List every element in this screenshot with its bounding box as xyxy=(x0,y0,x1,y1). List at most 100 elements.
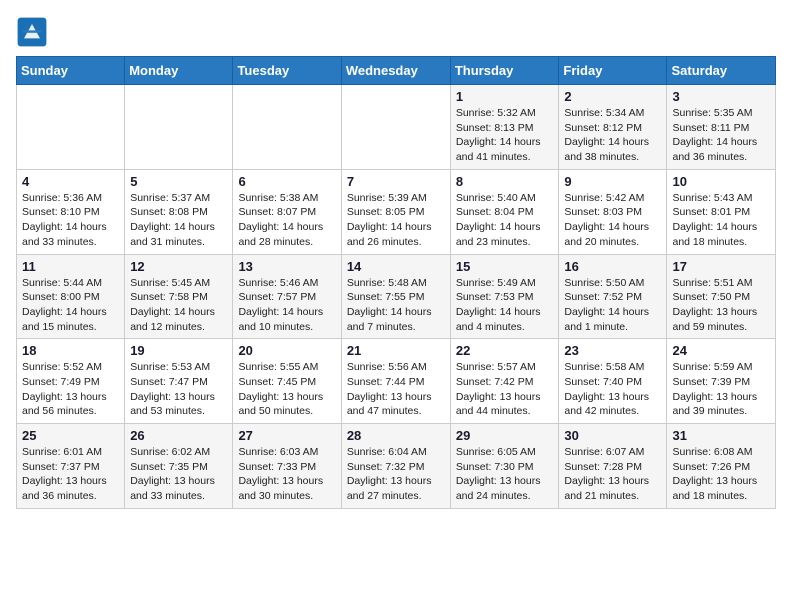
calendar-day-1: 1Sunrise: 5:32 AM Sunset: 8:13 PM Daylig… xyxy=(450,85,559,170)
calendar-day-8: 8 Sunrise: 5:40 AM Sunset: 8:04 PM Daylig… xyxy=(450,169,559,254)
day-number: 10 xyxy=(672,174,770,189)
day-header-monday: Monday xyxy=(125,57,233,85)
day-number: 31 xyxy=(672,428,770,443)
day-header-saturday: Saturday xyxy=(667,57,776,85)
day-info: Sunrise: 6:05 AM Sunset: 7:30 PM Dayligh… xyxy=(456,445,554,504)
calendar-header-row: SundayMondayTuesdayWednesdayThursdayFrid… xyxy=(17,57,776,85)
calendar-day-29: 29 Sunrise: 6:05 AM Sunset: 7:30 PM Dayli… xyxy=(450,424,559,509)
day-header-friday: Friday xyxy=(559,57,667,85)
day-number: 28 xyxy=(347,428,445,443)
day-number: 8 xyxy=(456,174,554,189)
day-number: 16 xyxy=(564,259,661,274)
day-number: 22 xyxy=(456,343,554,358)
calendar-week-row: 4 Sunrise: 5:36 AM Sunset: 8:10 PM Daylig… xyxy=(17,169,776,254)
calendar-day-28: 28 Sunrise: 6:04 AM Sunset: 7:32 PM Dayli… xyxy=(341,424,450,509)
day-number: 17 xyxy=(672,259,770,274)
day-header-sunday: Sunday xyxy=(17,57,125,85)
calendar-day-6: 6 Sunrise: 5:38 AM Sunset: 8:07 PM Daylig… xyxy=(233,169,341,254)
calendar-week-row: 25Sunrise: 6:01 AM Sunset: 7:37 PM Dayli… xyxy=(17,424,776,509)
day-info: Sunrise: 5:57 AM Sunset: 7:42 PM Dayligh… xyxy=(456,360,554,419)
day-number: 5 xyxy=(130,174,227,189)
day-info: Sunrise: 5:36 AM Sunset: 8:10 PM Dayligh… xyxy=(22,191,119,250)
calendar-day-4: 4 Sunrise: 5:36 AM Sunset: 8:10 PM Daylig… xyxy=(17,169,125,254)
day-info: Sunrise: 5:49 AM Sunset: 7:53 PM Dayligh… xyxy=(456,276,554,335)
day-info: Sunrise: 5:55 AM Sunset: 7:45 PM Dayligh… xyxy=(238,360,335,419)
day-number: 21 xyxy=(347,343,445,358)
day-info: Sunrise: 6:03 AM Sunset: 7:33 PM Dayligh… xyxy=(238,445,335,504)
calendar-table: SundayMondayTuesdayWednesdayThursdayFrid… xyxy=(16,56,776,509)
calendar-day-30: 30 Sunrise: 6:07 AM Sunset: 7:28 PM Dayli… xyxy=(559,424,667,509)
day-info: Sunrise: 5:56 AM Sunset: 7:44 PM Dayligh… xyxy=(347,360,445,419)
day-number: 11 xyxy=(22,259,119,274)
day-info: Sunrise: 5:45 AM Sunset: 7:58 PM Dayligh… xyxy=(130,276,227,335)
day-header-wednesday: Wednesday xyxy=(341,57,450,85)
calendar-day-16: 16 Sunrise: 5:50 AM Sunset: 7:52 PM Dayli… xyxy=(559,254,667,339)
calendar-week-row: 11Sunrise: 5:44 AM Sunset: 8:00 PM Dayli… xyxy=(17,254,776,339)
day-number: 18 xyxy=(22,343,119,358)
day-info: Sunrise: 5:40 AM Sunset: 8:04 PM Dayligh… xyxy=(456,191,554,250)
day-info: Sunrise: 6:08 AM Sunset: 7:26 PM Dayligh… xyxy=(672,445,770,504)
day-info: Sunrise: 5:38 AM Sunset: 8:07 PM Dayligh… xyxy=(238,191,335,250)
day-number: 14 xyxy=(347,259,445,274)
calendar-day-5: 5 Sunrise: 5:37 AM Sunset: 8:08 PM Daylig… xyxy=(125,169,233,254)
day-info: Sunrise: 5:59 AM Sunset: 7:39 PM Dayligh… xyxy=(672,360,770,419)
calendar-day-3: 3Sunrise: 5:35 AM Sunset: 8:11 PM Daylig… xyxy=(667,85,776,170)
calendar-day-15: 15 Sunrise: 5:49 AM Sunset: 7:53 PM Dayli… xyxy=(450,254,559,339)
day-info: Sunrise: 5:42 AM Sunset: 8:03 PM Dayligh… xyxy=(564,191,661,250)
day-info: Sunrise: 5:46 AM Sunset: 7:57 PM Dayligh… xyxy=(238,276,335,335)
day-info: Sunrise: 5:58 AM Sunset: 7:40 PM Dayligh… xyxy=(564,360,661,419)
calendar-day-18: 18 Sunrise: 5:52 AM Sunset: 7:49 PM Dayli… xyxy=(17,339,125,424)
day-number: 9 xyxy=(564,174,661,189)
day-info: Sunrise: 5:37 AM Sunset: 8:08 PM Dayligh… xyxy=(130,191,227,250)
day-info: Sunrise: 6:07 AM Sunset: 7:28 PM Dayligh… xyxy=(564,445,661,504)
day-number: 26 xyxy=(130,428,227,443)
day-number: 19 xyxy=(130,343,227,358)
calendar-week-row: 18 Sunrise: 5:52 AM Sunset: 7:49 PM Dayli… xyxy=(17,339,776,424)
calendar-day-14: 14 Sunrise: 5:48 AM Sunset: 7:55 PM Dayli… xyxy=(341,254,450,339)
calendar-day-23: 23Sunrise: 5:58 AM Sunset: 7:40 PM Dayli… xyxy=(559,339,667,424)
day-number: 6 xyxy=(238,174,335,189)
logo-icon xyxy=(16,16,48,48)
calendar-day-20: 20 Sunrise: 5:55 AM Sunset: 7:45 PM Dayli… xyxy=(233,339,341,424)
day-number: 27 xyxy=(238,428,335,443)
calendar-day-31: 31 Sunrise: 6:08 AM Sunset: 7:26 PM Dayli… xyxy=(667,424,776,509)
calendar-day-11: 11Sunrise: 5:44 AM Sunset: 8:00 PM Dayli… xyxy=(17,254,125,339)
day-info: Sunrise: 5:51 AM Sunset: 7:50 PM Dayligh… xyxy=(672,276,770,335)
day-info: Sunrise: 5:34 AM Sunset: 8:12 PM Dayligh… xyxy=(564,106,661,165)
day-number: 4 xyxy=(22,174,119,189)
day-header-tuesday: Tuesday xyxy=(233,57,341,85)
calendar-day-22: 22 Sunrise: 5:57 AM Sunset: 7:42 PM Dayli… xyxy=(450,339,559,424)
calendar-empty-cell xyxy=(125,85,233,170)
calendar-day-25: 25Sunrise: 6:01 AM Sunset: 7:37 PM Dayli… xyxy=(17,424,125,509)
calendar-day-2: 2 Sunrise: 5:34 AM Sunset: 8:12 PM Daylig… xyxy=(559,85,667,170)
calendar-day-19: 19Sunrise: 5:53 AM Sunset: 7:47 PM Dayli… xyxy=(125,339,233,424)
logo xyxy=(16,16,52,48)
day-number: 7 xyxy=(347,174,445,189)
day-info: Sunrise: 6:04 AM Sunset: 7:32 PM Dayligh… xyxy=(347,445,445,504)
calendar-day-21: 21 Sunrise: 5:56 AM Sunset: 7:44 PM Dayli… xyxy=(341,339,450,424)
day-info: Sunrise: 5:48 AM Sunset: 7:55 PM Dayligh… xyxy=(347,276,445,335)
day-number: 29 xyxy=(456,428,554,443)
day-info: Sunrise: 5:52 AM Sunset: 7:49 PM Dayligh… xyxy=(22,360,119,419)
day-header-thursday: Thursday xyxy=(450,57,559,85)
day-number: 13 xyxy=(238,259,335,274)
day-info: Sunrise: 5:50 AM Sunset: 7:52 PM Dayligh… xyxy=(564,276,661,335)
day-number: 1 xyxy=(456,89,554,104)
day-number: 20 xyxy=(238,343,335,358)
calendar-empty-cell xyxy=(233,85,341,170)
calendar-day-17: 17 Sunrise: 5:51 AM Sunset: 7:50 PM Dayli… xyxy=(667,254,776,339)
calendar-empty-cell xyxy=(341,85,450,170)
calendar-day-24: 24Sunrise: 5:59 AM Sunset: 7:39 PM Dayli… xyxy=(667,339,776,424)
calendar-day-9: 9 Sunrise: 5:42 AM Sunset: 8:03 PM Daylig… xyxy=(559,169,667,254)
calendar-day-12: 12 Sunrise: 5:45 AM Sunset: 7:58 PM Dayli… xyxy=(125,254,233,339)
calendar-day-7: 7Sunrise: 5:39 AM Sunset: 8:05 PM Daylig… xyxy=(341,169,450,254)
day-number: 2 xyxy=(564,89,661,104)
day-number: 3 xyxy=(672,89,770,104)
day-number: 25 xyxy=(22,428,119,443)
calendar-empty-cell xyxy=(17,85,125,170)
day-number: 12 xyxy=(130,259,227,274)
day-number: 15 xyxy=(456,259,554,274)
calendar-day-27: 27 Sunrise: 6:03 AM Sunset: 7:33 PM Dayli… xyxy=(233,424,341,509)
day-info: Sunrise: 5:43 AM Sunset: 8:01 PM Dayligh… xyxy=(672,191,770,250)
day-number: 30 xyxy=(564,428,661,443)
